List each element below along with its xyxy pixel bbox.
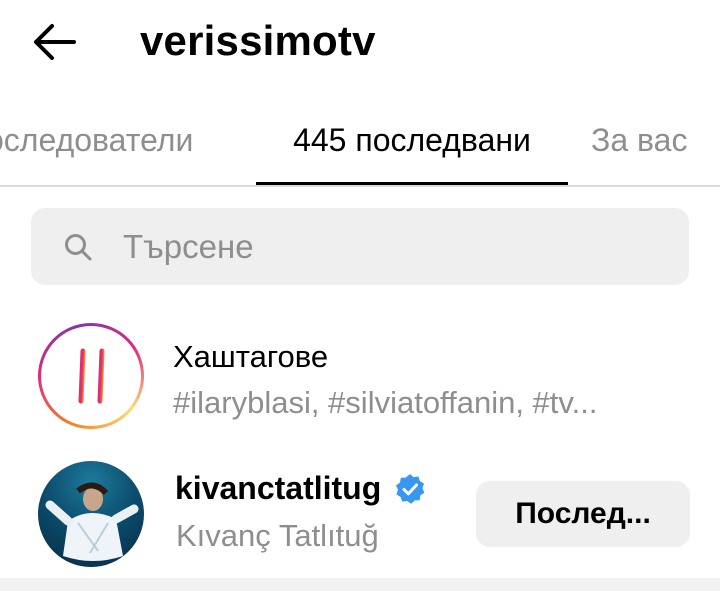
search-icon (63, 232, 93, 262)
hashtags-row[interactable]: Хаштагове #ilaryblasi, #silviatoffanin, … (0, 318, 720, 448)
header: verissimotv (0, 0, 720, 90)
username: kivanctatlitug (175, 470, 382, 506)
search-input[interactable] (123, 208, 663, 285)
following-button[interactable]: Послед... (476, 481, 690, 547)
hashtags-list: #ilaryblasi, #silviatoffanin, #tv... (173, 385, 598, 420)
list-item[interactable]: kivanctatlitug Kıvanç Tatlıtuğ Послед... (0, 456, 720, 571)
tab-for-you[interactable]: За вас (591, 105, 687, 185)
tab-bar: оследователи 445 последвани За вас (0, 105, 720, 187)
section-divider (0, 578, 720, 591)
hashtag-avatar (38, 323, 144, 429)
avatar (38, 461, 144, 567)
search-bar[interactable] (31, 208, 689, 285)
hashtag-icon (67, 348, 117, 404)
back-button[interactable] (28, 18, 80, 66)
verified-badge-icon (394, 473, 426, 505)
arrow-left-icon (34, 24, 76, 60)
tab-followers[interactable]: оследователи (0, 105, 193, 185)
full-name: Kıvanç Tatlıtuğ (176, 518, 379, 553)
tabs-divider (0, 185, 720, 187)
hashtags-title: Хаштагове (173, 339, 329, 374)
following-screen: verissimotv оследователи 445 последвани … (0, 0, 720, 591)
profile-title: verissimotv (140, 17, 376, 64)
tab-following[interactable]: 445 последвани (256, 105, 568, 185)
